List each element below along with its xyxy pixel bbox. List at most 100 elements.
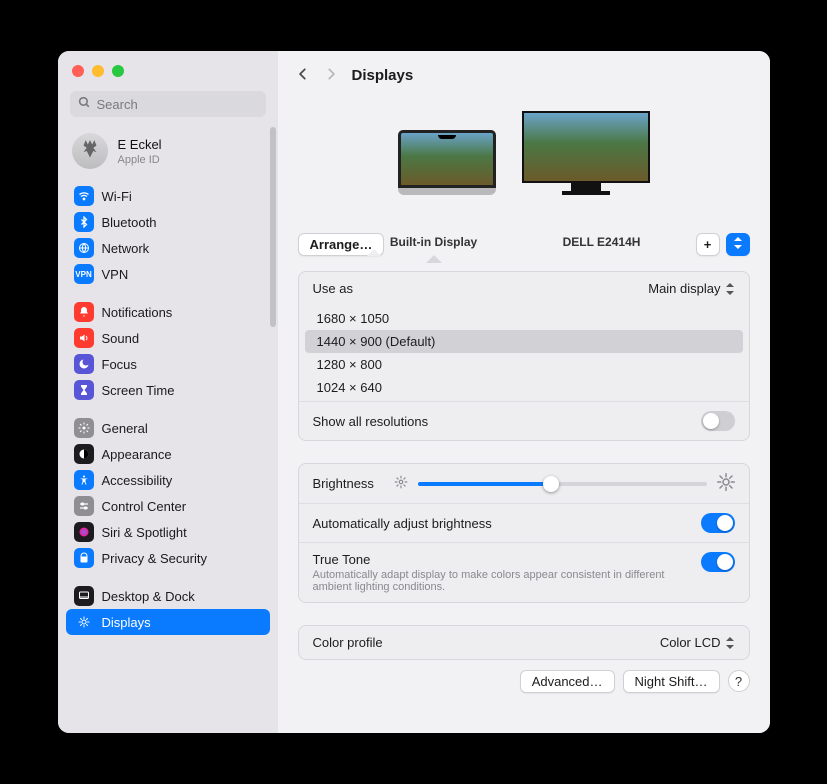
- sidebar-item-label: Notifications: [102, 305, 173, 320]
- true-tone-label: True Tone: [313, 552, 701, 567]
- builtin-display-thumb[interactable]: [398, 130, 496, 195]
- display-settings-panel: Use as Main display 1680 × 10501440 × 90…: [298, 271, 750, 441]
- resolution-option[interactable]: 1680 × 1050: [305, 307, 743, 330]
- sun-large-icon: [717, 473, 735, 494]
- sidebar-item-label: Sound: [102, 331, 140, 346]
- disp-icon: [74, 612, 94, 632]
- show-all-row: Show all resolutions: [299, 401, 749, 440]
- show-all-toggle[interactable]: [701, 411, 735, 431]
- sidebar-item-label: Network: [102, 241, 150, 256]
- sidebar-item-sound[interactable]: Sound: [66, 325, 270, 351]
- footer-buttons: Advanced… Night Shift… ?: [298, 660, 750, 693]
- sidebar-item-label: General: [102, 421, 148, 436]
- auto-brightness-row: Automatically adjust brightness: [299, 503, 749, 542]
- vpn-icon: VPN: [74, 264, 94, 284]
- sidebar-item-label: Siri & Spotlight: [102, 525, 187, 540]
- brightness-row: Brightness: [299, 464, 749, 503]
- true-tone-row: True Tone Automatically adapt display to…: [299, 542, 749, 602]
- sidebar-item-bluetooth[interactable]: Bluetooth: [66, 209, 270, 235]
- page-title: Displays: [352, 67, 414, 84]
- sidebar-item-control-center[interactable]: Control Center: [66, 493, 270, 519]
- advanced-button[interactable]: Advanced…: [520, 670, 615, 693]
- avatar: [72, 133, 108, 169]
- toolbar: Displays: [278, 51, 770, 99]
- sidebar-item-label: VPN: [102, 267, 129, 282]
- bell-icon: [74, 302, 94, 322]
- display-arrangement: Arrange… Built-in Display DELL E2414H +: [298, 111, 750, 249]
- sound-icon: [74, 328, 94, 348]
- sidebar-scrollbar[interactable]: [270, 127, 276, 327]
- brightness-slider[interactable]: [418, 482, 707, 486]
- true-tone-desc: Automatically adapt display to make colo…: [313, 569, 701, 593]
- sidebar-item-network[interactable]: Network: [66, 235, 270, 261]
- window-controls: [58, 51, 278, 87]
- account-row[interactable]: E Eckel Apple ID: [58, 127, 278, 181]
- sidebar-item-siri-spotlight[interactable]: Siri & Spotlight: [66, 519, 270, 545]
- search-placeholder: Search: [97, 97, 138, 112]
- sidebar-item-displays[interactable]: Displays: [66, 609, 270, 635]
- sidebar-item-vpn[interactable]: VPN VPN: [66, 261, 270, 287]
- sidebar-item-general[interactable]: General: [66, 415, 270, 441]
- night-shift-button[interactable]: Night Shift…: [623, 670, 720, 693]
- color-profile-label: Color profile: [313, 635, 383, 650]
- external-display-thumb[interactable]: [522, 111, 650, 195]
- sun-small-icon: [394, 475, 408, 492]
- display-options-button[interactable]: [726, 233, 750, 256]
- sidebar-item-label: Screen Time: [102, 383, 175, 398]
- color-profile-popup[interactable]: Color LCD: [660, 635, 735, 650]
- sidebar-item-privacy-security[interactable]: Privacy & Security: [66, 545, 270, 571]
- auto-brightness-label: Automatically adjust brightness: [313, 516, 492, 531]
- sidebar-item-label: Privacy & Security: [102, 551, 207, 566]
- search-input[interactable]: Search: [70, 91, 266, 117]
- minimize-window-button[interactable]: [92, 65, 104, 77]
- close-window-button[interactable]: [72, 65, 84, 77]
- sidebar-item-label: Control Center: [102, 499, 187, 514]
- sidebar-item-accessibility[interactable]: Accessibility: [66, 467, 270, 493]
- chevron-up-down-icon: [725, 283, 735, 295]
- builtin-display-label[interactable]: Built-in Display: [374, 235, 494, 249]
- search-icon: [78, 96, 91, 112]
- resolution-option[interactable]: 1280 × 800: [305, 353, 743, 376]
- gear-icon: [74, 418, 94, 438]
- use-as-row: Use as Main display: [299, 272, 749, 305]
- sidebar-item-notifications[interactable]: Notifications: [66, 299, 270, 325]
- wifi-icon: [74, 186, 94, 206]
- lock-icon: [74, 548, 94, 568]
- color-profile-row: Color profile Color LCD: [299, 626, 749, 659]
- resolution-option[interactable]: 1024 × 640: [305, 376, 743, 399]
- sidebar-item-wi-fi[interactable]: Wi-Fi: [66, 183, 270, 209]
- sidebar-item-screen-time[interactable]: Screen Time: [66, 377, 270, 403]
- help-button[interactable]: ?: [728, 670, 750, 692]
- brightness-panel: Brightness A: [298, 463, 750, 603]
- add-display-button[interactable]: +: [696, 233, 720, 256]
- back-button[interactable]: [296, 65, 310, 86]
- sidebar-item-appearance[interactable]: Appearance: [66, 441, 270, 467]
- sidebar-item-label: Wi-Fi: [102, 189, 132, 204]
- sidebar-item-label: Displays: [102, 615, 151, 630]
- moon-icon: [74, 354, 94, 374]
- net-icon: [74, 238, 94, 258]
- content: Arrange… Built-in Display DELL E2414H + …: [278, 99, 770, 733]
- color-profile-panel: Color profile Color LCD: [298, 625, 750, 660]
- account-sub: Apple ID: [118, 154, 162, 166]
- appear-icon: [74, 444, 94, 464]
- resolution-option[interactable]: 1440 × 900 (Default): [305, 330, 743, 353]
- cc-icon: [74, 496, 94, 516]
- zoom-window-button[interactable]: [112, 65, 124, 77]
- forward-button[interactable]: [324, 65, 338, 86]
- external-display-label[interactable]: DELL E2414H: [542, 235, 662, 249]
- use-as-popup[interactable]: Main display: [648, 281, 734, 296]
- access-icon: [74, 470, 94, 490]
- sidebar: Search E Eckel Apple ID Wi-Fi Bluetooth Ne…: [58, 51, 278, 733]
- sidebar-item-focus[interactable]: Focus: [66, 351, 270, 377]
- sidebar-scroll: E Eckel Apple ID Wi-Fi Bluetooth Network VP…: [58, 127, 278, 733]
- sidebar-item-desktop-dock[interactable]: Desktop & Dock: [66, 583, 270, 609]
- sidebar-item-label: Appearance: [102, 447, 172, 462]
- sidebar-item-label: Accessibility: [102, 473, 173, 488]
- brightness-label: Brightness: [313, 476, 374, 491]
- siri-icon: [74, 522, 94, 542]
- true-tone-toggle[interactable]: [701, 552, 735, 572]
- hour-icon: [74, 380, 94, 400]
- auto-brightness-toggle[interactable]: [701, 513, 735, 533]
- resolution-list: 1680 × 10501440 × 900 (Default)1280 × 80…: [299, 305, 749, 401]
